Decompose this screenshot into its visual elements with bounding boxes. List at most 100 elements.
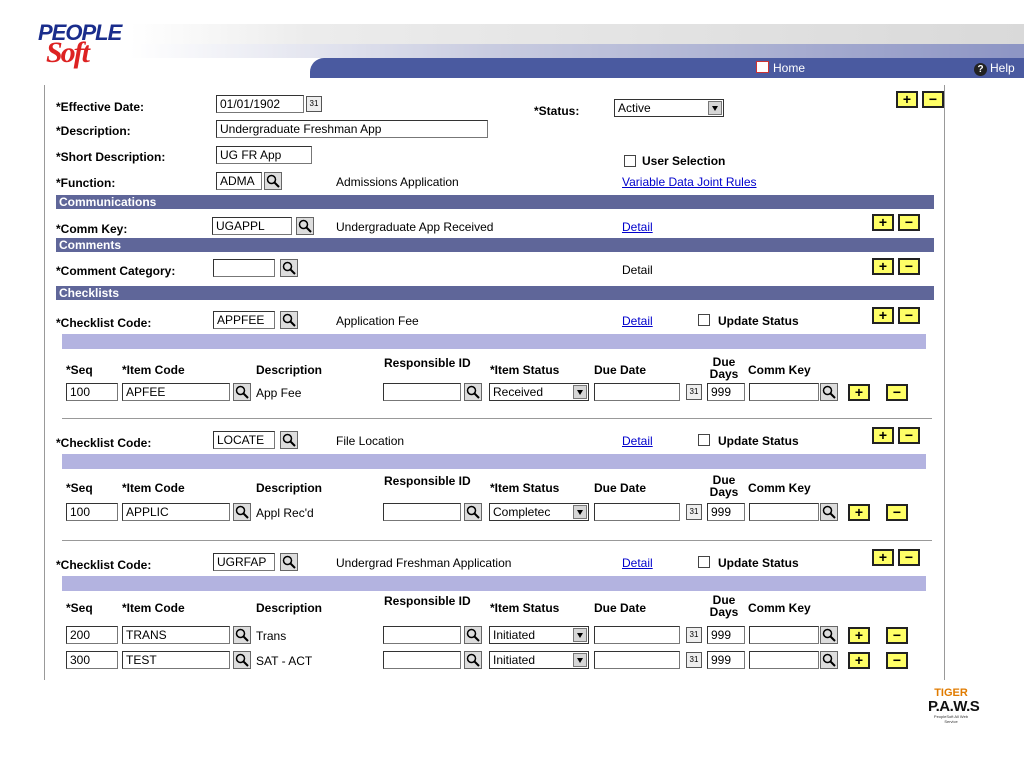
add-item-button[interactable]: + [848, 652, 870, 669]
delete-item-button[interactable]: − [886, 504, 908, 521]
col-item-code: *Item Code [122, 481, 185, 495]
item-status-select[interactable]: Initiated [489, 651, 589, 669]
due-days-input[interactable]: 999 [707, 626, 745, 644]
due-date-input[interactable] [594, 503, 680, 521]
due-days-input[interactable]: 999 [707, 383, 745, 401]
grid-header-band [62, 576, 926, 591]
description-input[interactable]: Undergraduate Freshman App [216, 120, 488, 138]
add-item-button[interactable]: + [848, 384, 870, 401]
delete-item-button[interactable]: − [886, 652, 908, 669]
short-description-input[interactable]: UG FR App [216, 146, 312, 164]
search-icon[interactable] [280, 259, 298, 277]
update-status-checkbox[interactable] [698, 556, 710, 568]
delete-row-button[interactable]: − [898, 549, 920, 566]
delete-row-button[interactable]: − [898, 214, 920, 231]
update-status-checkbox[interactable] [698, 314, 710, 326]
add-row-button[interactable]: + [872, 427, 894, 444]
add-row-button[interactable]: + [872, 549, 894, 566]
search-icon[interactable] [820, 651, 838, 669]
checklist-detail-link[interactable]: Detail [622, 556, 653, 570]
col-due-date: Due Date [594, 363, 647, 377]
due-date-input[interactable] [594, 626, 680, 644]
search-icon[interactable] [296, 217, 314, 235]
col-description: Description [256, 601, 323, 615]
add-row-button[interactable]: + [872, 307, 894, 324]
delete-row-button[interactable]: − [898, 258, 920, 275]
checklist-code-input[interactable]: APPFEE [213, 311, 275, 329]
search-icon[interactable] [280, 553, 298, 571]
search-icon[interactable] [233, 626, 251, 644]
function-input[interactable]: ADMA [216, 172, 262, 190]
add-item-button[interactable]: + [848, 504, 870, 521]
search-icon[interactable] [820, 626, 838, 644]
comm-key-input[interactable]: UGAPPL [212, 217, 292, 235]
calendar-icon[interactable]: 31 [306, 96, 322, 112]
add-row-button[interactable]: + [872, 258, 894, 275]
responsible-id-input[interactable] [383, 651, 461, 669]
search-icon[interactable] [820, 383, 838, 401]
delete-row-button[interactable]: − [898, 307, 920, 324]
comm-detail-link[interactable]: Detail [622, 220, 653, 234]
item-status-select[interactable]: Received [489, 383, 589, 401]
checklist-code-input[interactable]: UGRFAP [213, 553, 275, 571]
home-link[interactable]: Home [756, 61, 805, 75]
checklist-code-input[interactable]: LOCATE [213, 431, 275, 449]
item-code-input[interactable]: TEST [122, 651, 230, 669]
search-icon[interactable] [464, 383, 482, 401]
due-days-input[interactable]: 999 [707, 651, 745, 669]
search-icon[interactable] [820, 503, 838, 521]
dropdown-arrow-icon [573, 653, 587, 667]
due-date-input[interactable] [594, 651, 680, 669]
item-code-input[interactable]: TRANS [122, 626, 230, 644]
search-icon[interactable] [464, 651, 482, 669]
seq-input[interactable]: 300 [66, 651, 118, 669]
user-selection-checkbox[interactable] [624, 155, 636, 167]
calendar-icon[interactable]: 31 [686, 652, 702, 668]
calendar-icon[interactable]: 31 [686, 627, 702, 643]
add-row-button[interactable]: + [896, 91, 918, 108]
due-date-input[interactable] [594, 383, 680, 401]
checklist-description: Undergrad Freshman Application [336, 556, 512, 570]
comm-key-input[interactable] [749, 626, 819, 644]
seq-input[interactable]: 100 [66, 503, 118, 521]
comm-key-input[interactable] [749, 503, 819, 521]
search-icon[interactable] [280, 431, 298, 449]
search-icon[interactable] [280, 311, 298, 329]
checklist-detail-link[interactable]: Detail [622, 434, 653, 448]
responsible-id-input[interactable] [383, 503, 461, 521]
delete-row-button[interactable]: − [922, 91, 944, 108]
variable-data-link[interactable]: Variable Data Joint Rules [622, 175, 757, 189]
comm-key-input[interactable] [749, 383, 819, 401]
search-icon[interactable] [464, 626, 482, 644]
item-code-input[interactable]: APFEE [122, 383, 230, 401]
add-row-button[interactable]: + [872, 214, 894, 231]
add-item-button[interactable]: + [848, 627, 870, 644]
responsible-id-input[interactable] [383, 626, 461, 644]
search-icon[interactable] [264, 172, 282, 190]
search-icon[interactable] [233, 503, 251, 521]
comm-key-input[interactable] [749, 651, 819, 669]
seq-input[interactable]: 100 [66, 383, 118, 401]
status-select[interactable]: Active [614, 99, 724, 117]
effective-date-input[interactable]: 01/01/1902 [216, 95, 304, 113]
calendar-icon[interactable]: 31 [686, 504, 702, 520]
seq-input[interactable]: 200 [66, 626, 118, 644]
search-icon[interactable] [464, 503, 482, 521]
responsible-id-input[interactable] [383, 383, 461, 401]
checklist-detail-link[interactable]: Detail [622, 314, 653, 328]
item-code-input[interactable]: APPLIC [122, 503, 230, 521]
comm-key-description: Undergraduate App Received [336, 220, 494, 234]
update-status-checkbox[interactable] [698, 434, 710, 446]
item-status-select[interactable]: Completec [489, 503, 589, 521]
item-status-select[interactable]: Initiated [489, 626, 589, 644]
search-icon[interactable] [233, 651, 251, 669]
due-days-input[interactable]: 999 [707, 503, 745, 521]
calendar-icon[interactable]: 31 [686, 384, 702, 400]
search-icon[interactable] [233, 383, 251, 401]
help-link[interactable]: ? Help [974, 61, 1015, 76]
delete-item-button[interactable]: − [886, 384, 908, 401]
comments-section-header: Comments [56, 238, 934, 252]
delete-item-button[interactable]: − [886, 627, 908, 644]
delete-row-button[interactable]: − [898, 427, 920, 444]
comment-category-input[interactable] [213, 259, 275, 277]
